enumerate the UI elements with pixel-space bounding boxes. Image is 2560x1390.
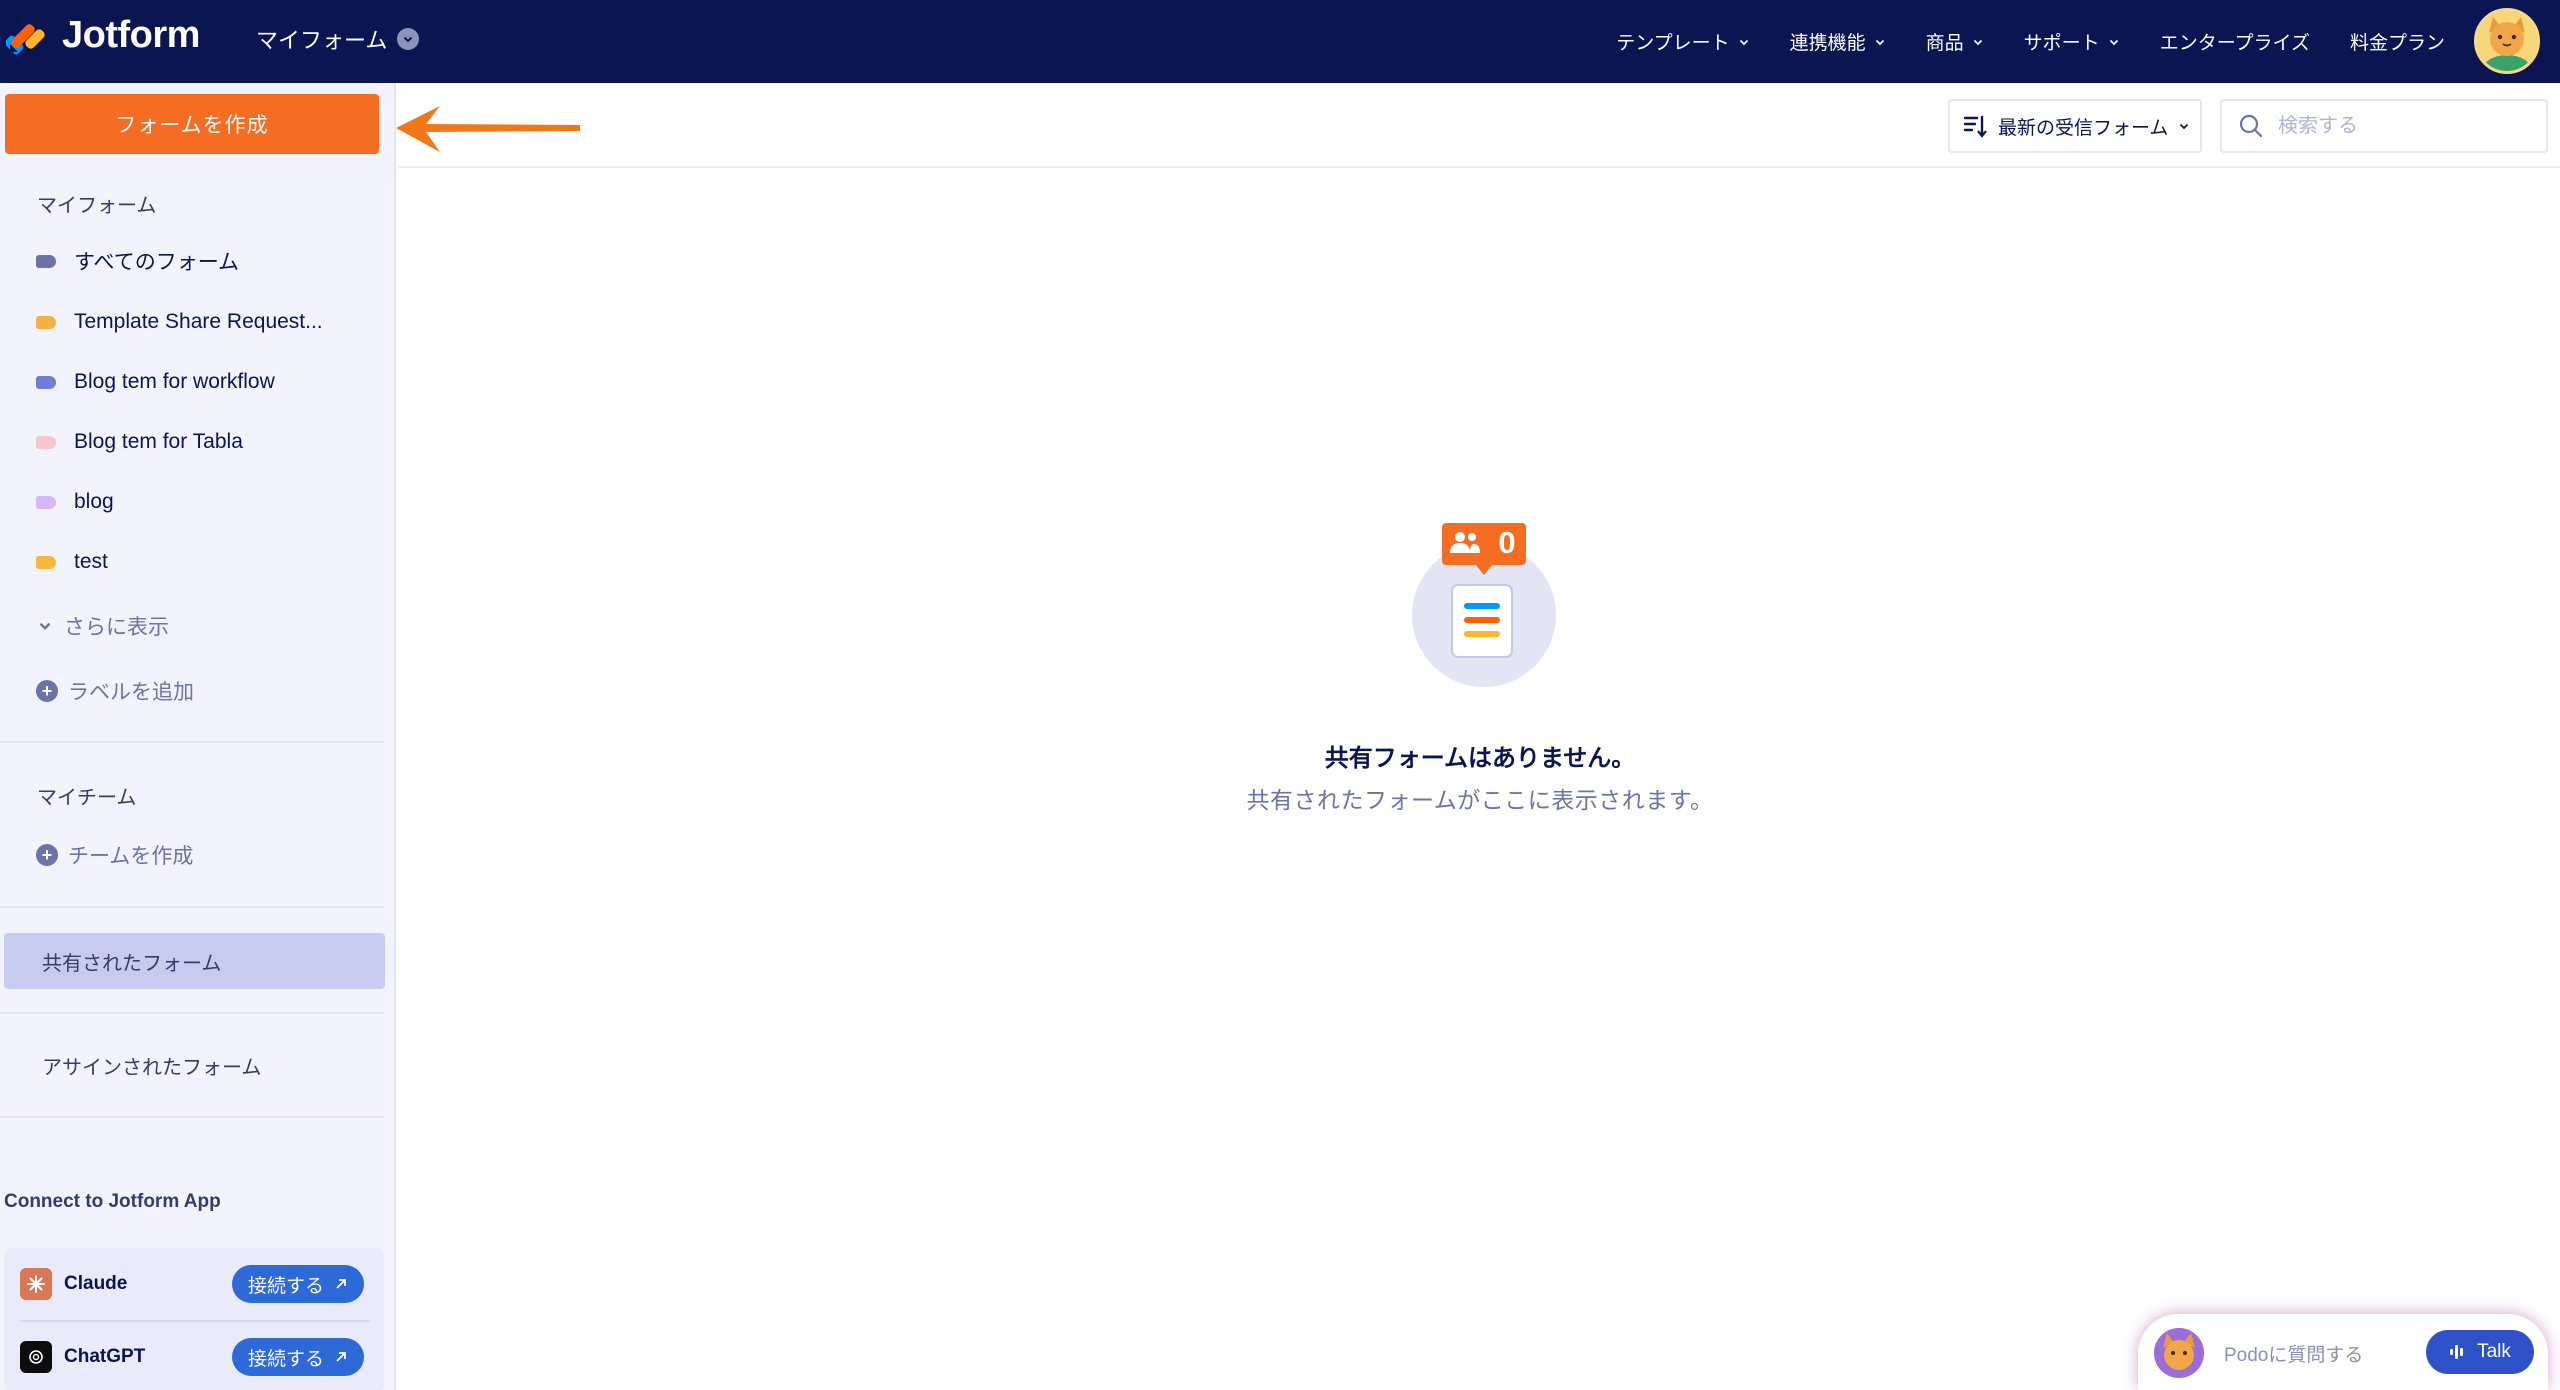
toolbar-divider (398, 166, 2560, 168)
nav-products[interactable]: 商品 (1926, 28, 1984, 55)
label-item-blog[interactable]: blog (36, 482, 114, 522)
nav-integrations[interactable]: 連携機能 (1790, 28, 1886, 55)
chevron-down-icon (1973, 39, 1982, 45)
search-icon (2239, 114, 2263, 138)
chevron-down-icon (1739, 39, 1748, 45)
user-avatar[interactable] (2474, 8, 2540, 74)
tag-icon (36, 555, 56, 569)
sidebar-divider (0, 1012, 384, 1014)
nav-pricing[interactable]: 料金プラン (2350, 28, 2445, 55)
sidebar-divider (0, 1116, 384, 1118)
label-item-blog-workflow[interactable]: Blog tem for workflow (36, 362, 275, 402)
search-box (2220, 99, 2548, 153)
sidebar-item-shared-forms[interactable]: 共有されたフォーム (4, 933, 385, 989)
connect-claude-button[interactable]: 接続する (231, 1265, 364, 1303)
connection-claude: Claude (20, 1268, 127, 1300)
add-label-button[interactable]: + ラベルを追加 (36, 676, 194, 706)
shared-count-badge: 0 (1498, 525, 1516, 560)
connect-app-title: Connect to Jotform App (4, 1191, 221, 1212)
cat-avatar-icon (2477, 11, 2537, 71)
jotform-logo-icon[interactable] (6, 16, 46, 56)
tag-icon (36, 315, 56, 329)
audio-bars-icon (2450, 1345, 2464, 1359)
chatgpt-icon (20, 1341, 52, 1373)
talk-button[interactable]: Talk (2426, 1330, 2534, 1374)
show-more-button[interactable]: さらに表示 (36, 611, 169, 641)
nav-templates[interactable]: テンプレート (1616, 28, 1749, 55)
plus-circle-icon: + (36, 844, 58, 866)
sidebar: フォームを作成 マイフォーム すべてのフォーム Template Share R… (0, 83, 396, 1390)
my-forms-label: マイフォーム (256, 28, 388, 53)
my-forms-dropdown[interactable]: マイフォーム (256, 23, 420, 55)
chevron-down-icon (1875, 39, 1884, 45)
create-form-button[interactable]: フォームを作成 (5, 94, 379, 154)
search-input[interactable] (2278, 114, 2518, 138)
pointer-arrow-icon (396, 106, 580, 152)
sort-icon (1963, 115, 1987, 138)
nav-enterprise[interactable]: エンタープライズ (2160, 28, 2310, 55)
nav-support[interactable]: サポート (2024, 28, 2120, 55)
connect-app-panel: Claude 接続する ChatGPT 接続する (4, 1248, 384, 1390)
brand-name[interactable]: Jotform (62, 14, 200, 57)
external-arrow-icon (336, 1352, 346, 1362)
podo-avatar (2154, 1328, 2204, 1378)
sort-label: 最新の受信フォーム (1998, 117, 2169, 139)
empty-state-subtitle: 共有されたフォームがここに表示されます。 (1246, 787, 1714, 813)
sidebar-divider (0, 906, 384, 908)
empty-state-title: 共有フォームはありません。 (1324, 745, 1636, 772)
tag-icon (36, 495, 56, 509)
main-nav: テンプレート 連携機能 商品 サポート エンタープライズ 料金プラン (1616, 0, 2445, 83)
sidebar-divider (0, 741, 384, 743)
claude-icon (20, 1268, 52, 1300)
sidebar-item-assigned-forms[interactable]: アサインされたフォーム (42, 1051, 261, 1080)
top-navbar: Jotform マイフォーム テンプレート 連携機能 商品 サポート エンタープ… (0, 0, 2560, 83)
connection-chatgpt: ChatGPT (20, 1341, 145, 1373)
podo-assistant-widget[interactable]: Podoに質問する Talk (2138, 1314, 2548, 1390)
label-item-template-share[interactable]: Template Share Request... (36, 302, 323, 342)
create-team-button[interactable]: + チームを作成 (36, 840, 193, 870)
podo-prompt[interactable]: Podoに質問する (2224, 1340, 2363, 1367)
tag-icon (36, 375, 56, 389)
label-item-blog-tabla[interactable]: Blog tem for Tabla (36, 422, 243, 462)
my-team-heading: マイチーム (37, 787, 137, 809)
cat-avatar-icon (2154, 1328, 2204, 1378)
my-forms-heading: マイフォーム (37, 195, 157, 217)
row-divider (20, 1320, 370, 1322)
external-arrow-icon (336, 1279, 346, 1289)
label-item-test[interactable]: test (36, 542, 108, 582)
chevron-down-icon (397, 28, 420, 50)
shared-forms-empty-illustration (1412, 523, 1556, 687)
sort-dropdown[interactable]: 最新の受信フォーム (1948, 99, 2202, 153)
plus-circle-icon: + (36, 680, 58, 702)
chevron-down-icon (2180, 123, 2189, 130)
label-item-all-forms[interactable]: すべてのフォーム (36, 241, 239, 281)
connect-chatgpt-button[interactable]: 接続する (231, 1338, 364, 1376)
chevron-down-icon (2109, 39, 2118, 45)
chevron-down-icon (39, 622, 51, 630)
tag-icon (36, 435, 56, 449)
tag-icon (36, 254, 56, 268)
